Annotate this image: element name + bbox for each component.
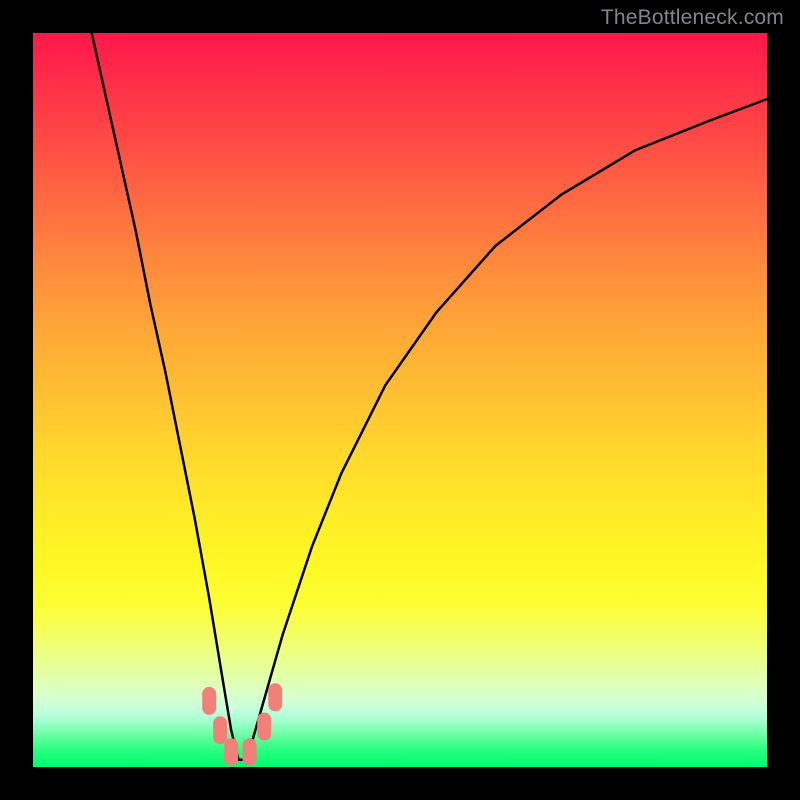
chart-frame: TheBottleneck.com bbox=[0, 0, 800, 800]
plot-area bbox=[33, 33, 767, 767]
heat-gradient-background bbox=[33, 33, 767, 767]
watermark-text: TheBottleneck.com bbox=[601, 6, 784, 30]
